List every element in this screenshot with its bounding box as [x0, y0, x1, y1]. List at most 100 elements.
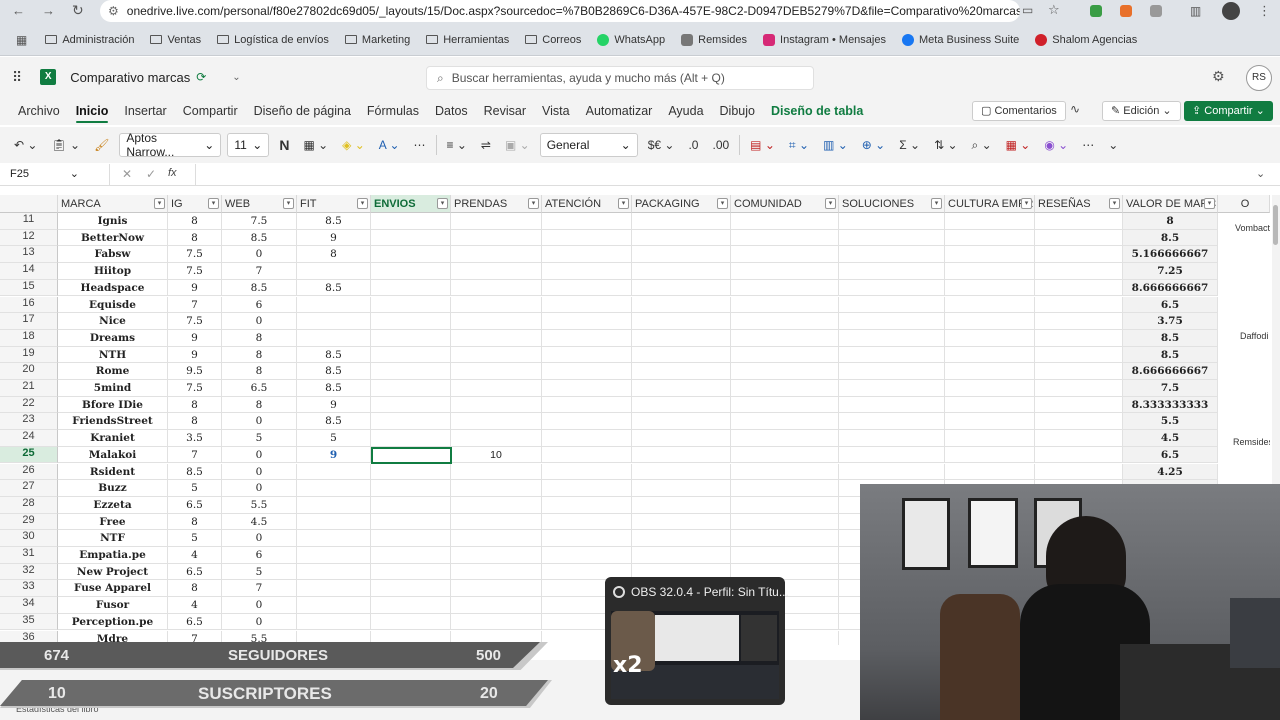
score-cell[interactable]	[451, 246, 542, 264]
name-box[interactable]: F25 ⌄	[6, 164, 110, 185]
score-cell[interactable]	[371, 296, 451, 314]
score-cell[interactable]: 7	[222, 580, 297, 598]
filter-dropdown-icon[interactable]: ▾	[437, 198, 448, 209]
score-cell[interactable]	[1035, 329, 1123, 347]
score-cell[interactable]	[297, 580, 371, 598]
bookmark-logistica[interactable]: Logística de envíos	[209, 34, 337, 46]
score-cell[interactable]	[451, 496, 542, 514]
score-cell[interactable]	[371, 513, 451, 531]
font-family-select[interactable]: Aptos Narrow... ⌄	[119, 131, 222, 159]
score-cell[interactable]: 8.5	[222, 279, 297, 297]
score-cell[interactable]	[451, 263, 542, 280]
tab-insertar[interactable]: Insertar	[116, 97, 174, 125]
score-cell[interactable]: 5	[297, 430, 371, 447]
score-cell[interactable]	[297, 547, 371, 564]
score-cell[interactable]	[451, 613, 542, 631]
merge-icon[interactable]: ▣ ⌄	[501, 138, 534, 152]
score-cell[interactable]	[451, 363, 542, 380]
score-cell[interactable]: 8.5	[297, 346, 371, 364]
score-cell[interactable]	[451, 547, 542, 564]
score-cell[interactable]	[1035, 246, 1123, 264]
score-cell[interactable]: 7	[168, 296, 222, 314]
score-cell[interactable]: 10	[451, 446, 542, 464]
score-cell[interactable]	[731, 396, 839, 414]
score-cell[interactable]	[731, 446, 839, 464]
row-header[interactable]: 17	[0, 313, 58, 330]
score-cell[interactable]	[371, 597, 451, 614]
puzzle-icon[interactable]	[1150, 5, 1162, 17]
score-cell[interactable]	[839, 346, 945, 364]
score-cell[interactable]	[839, 229, 945, 247]
score-cell[interactable]	[632, 396, 731, 414]
score-cell[interactable]	[731, 380, 839, 397]
score-cell[interactable]	[945, 380, 1035, 397]
score-cell[interactable]	[451, 213, 542, 230]
app-launcher-icon[interactable]: ⠿	[12, 69, 22, 86]
search-input[interactable]: ⌕ Buscar herramientas, ayuda y mucho más…	[426, 66, 814, 90]
score-cell[interactable]	[632, 530, 731, 547]
brand-value-cell[interactable]: 6.5	[1123, 446, 1218, 464]
score-cell[interactable]	[542, 213, 632, 230]
collapse-ribbon-icon[interactable]: ⌄	[1104, 138, 1122, 152]
score-cell[interactable]	[451, 346, 542, 364]
score-cell[interactable]	[297, 263, 371, 280]
bookmark-correos[interactable]: Correos	[517, 34, 589, 46]
score-cell[interactable]	[451, 413, 542, 431]
row-header[interactable]: 22	[0, 396, 58, 414]
score-cell[interactable]	[731, 346, 839, 364]
score-cell[interactable]: 5	[168, 480, 222, 497]
score-cell[interactable]: 8.5	[297, 380, 371, 397]
column-header[interactable]: CULTURA EMPR ▾	[945, 195, 1035, 213]
score-cell[interactable]: 9	[168, 329, 222, 347]
score-cell[interactable]	[945, 279, 1035, 297]
document-title[interactable]: Comparativo marcas	[70, 70, 190, 85]
vertical-scrollbar[interactable]	[1272, 195, 1280, 485]
score-cell[interactable]	[451, 480, 542, 497]
font-color-icon[interactable]: A ⌄	[375, 138, 404, 152]
score-cell[interactable]: 0	[222, 413, 297, 431]
score-cell[interactable]	[1035, 430, 1123, 447]
row-header[interactable]: 24	[0, 430, 58, 447]
score-cell[interactable]	[297, 563, 371, 581]
brand-cell[interactable]: Ezzeta	[58, 496, 168, 514]
score-cell[interactable]: 8	[168, 213, 222, 230]
comments-button[interactable]: ▢ Comentarios	[972, 101, 1066, 121]
score-cell[interactable]: 5	[168, 530, 222, 547]
score-cell[interactable]: 6.5	[168, 563, 222, 581]
score-cell[interactable]	[371, 213, 451, 230]
score-cell[interactable]	[1035, 296, 1123, 314]
score-cell[interactable]: 8	[168, 229, 222, 247]
score-cell[interactable]	[542, 313, 632, 330]
score-cell[interactable]	[451, 279, 542, 297]
row-header[interactable]: 20	[0, 363, 58, 380]
score-cell[interactable]	[371, 563, 451, 581]
column-header[interactable]: IG ▾	[168, 195, 222, 213]
more-options-icon[interactable]: ⋯	[410, 138, 430, 152]
score-cell[interactable]	[371, 329, 451, 347]
cancel-icon[interactable]: ✕	[122, 167, 132, 181]
score-cell[interactable]	[945, 446, 1035, 464]
score-cell[interactable]	[542, 279, 632, 297]
score-cell[interactable]	[839, 279, 945, 297]
tab-inicio[interactable]: Inicio	[68, 97, 117, 125]
row-header[interactable]: 26	[0, 463, 58, 481]
brand-value-cell[interactable]: 8.666666667	[1123, 279, 1218, 297]
score-cell[interactable]	[542, 396, 632, 414]
score-cell[interactable]: 8.5	[297, 413, 371, 431]
column-header[interactable]: O	[1218, 195, 1270, 213]
score-cell[interactable]	[632, 313, 731, 330]
score-cell[interactable]	[371, 613, 451, 631]
brand-cell[interactable]: New Project	[58, 563, 168, 581]
score-cell[interactable]: 7.5	[168, 313, 222, 330]
score-cell[interactable]	[297, 463, 371, 481]
score-cell[interactable]	[632, 430, 731, 447]
row-header[interactable]: 29	[0, 513, 58, 531]
filter-dropdown-icon[interactable]: ▾	[618, 198, 629, 209]
column-header[interactable]: FIT ▾	[297, 195, 371, 213]
score-cell[interactable]	[371, 547, 451, 564]
row-header[interactable]: 28	[0, 496, 58, 514]
score-cell[interactable]	[542, 513, 632, 531]
align-icon[interactable]: ≡ ⌄	[443, 138, 471, 152]
copilot-icon[interactable]: ◉ ⌄	[1040, 138, 1072, 152]
score-cell[interactable]	[945, 396, 1035, 414]
